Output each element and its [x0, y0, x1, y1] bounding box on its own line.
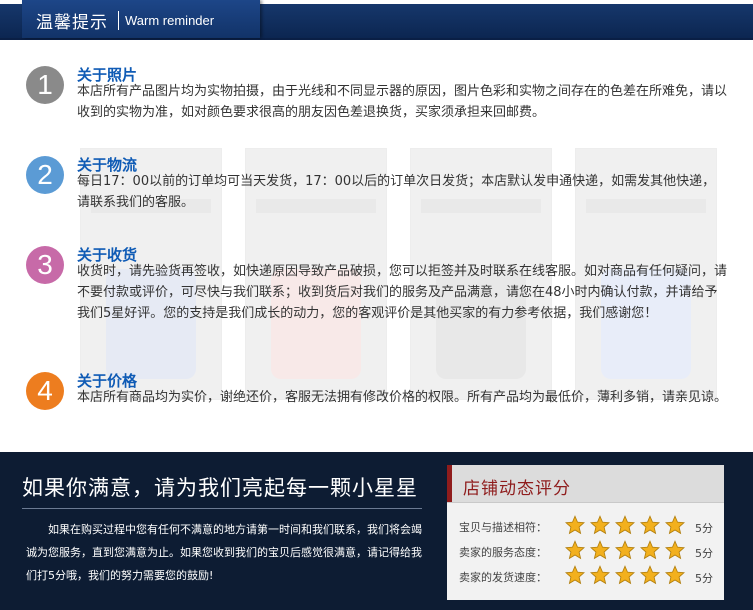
number-badge: 2 — [26, 156, 64, 194]
star-icon — [640, 540, 660, 560]
rating-label: 卖家的发货速度： — [459, 571, 547, 584]
star-icon — [590, 515, 610, 535]
star-icon — [565, 540, 585, 560]
star-icon — [565, 565, 585, 585]
star-icon — [665, 565, 685, 585]
star-icon — [565, 515, 585, 535]
notice-body: 收货时，请先验货再签收，如快递原因导致产品破损，您可以拒签并及时联系在线客服。如… — [77, 264, 728, 321]
number-badge: 4 — [26, 372, 64, 410]
footer-slogan: 如果你满意，请为我们亮起每一颗小星星 — [22, 476, 418, 500]
star-icon — [615, 540, 635, 560]
star-icon — [590, 540, 610, 560]
notice-body: 本店所有商品均为实价，谢绝还价，客服无法拥有修改价格的权限。所有产品均为最低价，… — [77, 390, 728, 405]
footer: 如果你满意，请为我们亮起每一颗小星星 如果在购买过程中您有任何不满意的地方请第一… — [0, 452, 753, 610]
star-icon — [590, 565, 610, 585]
star-icon — [640, 565, 660, 585]
rating-score: 5分 — [695, 547, 713, 560]
reminder-content: 1 关于照片 本店所有产品图片均为实物拍摄，由于光线和不同显示器的原因，图片色彩… — [0, 40, 753, 452]
header: 温馨提示 Warm reminder — [0, 0, 753, 40]
star-icon — [615, 565, 635, 585]
footer-text: 如果在购买过程中您有任何不满意的地方请第一时间和我们联系，我们将会竭诚为您服务，… — [26, 523, 422, 582]
rating-label: 宝贝与描述相符： — [459, 521, 547, 534]
star-icon — [665, 515, 685, 535]
header-divider — [118, 11, 119, 30]
number-badge: 1 — [26, 66, 64, 104]
shop-rating-panel: 店铺动态评分 宝贝与描述相符： 5分 卖家的服务态度： 5分 卖家的发货速度： … — [447, 465, 724, 600]
rating-score: 5分 — [695, 572, 713, 585]
rating-title: 店铺动态评分 — [463, 479, 571, 499]
star-icon — [665, 540, 685, 560]
rating-score: 5分 — [695, 522, 713, 535]
star-rating — [565, 515, 690, 537]
rating-row-shipping: 卖家的发货速度： 5分 — [459, 565, 719, 587]
star-rating — [565, 565, 690, 587]
rating-header: 店铺动态评分 — [447, 465, 724, 503]
header-title: 温馨提示 — [36, 13, 108, 33]
number-badge: 3 — [26, 246, 64, 284]
rating-label: 卖家的服务态度： — [459, 546, 547, 559]
star-icon — [615, 515, 635, 535]
rating-row-service: 卖家的服务态度： 5分 — [459, 540, 719, 562]
star-rating — [565, 540, 690, 562]
footer-divider — [22, 508, 422, 509]
star-icon — [640, 515, 660, 535]
notice-body: 本店所有产品图片均为实物拍摄，由于光线和不同显示器的原因，图片色彩和实物之间存在… — [77, 84, 728, 120]
notice-body: 每日17：00以前的订单均可当天发货，17：00以后的订单次日发货；本店默认发申… — [77, 174, 716, 210]
header-subtitle: Warm reminder — [125, 13, 215, 28]
rating-row-description: 宝贝与描述相符： 5分 — [459, 515, 719, 537]
